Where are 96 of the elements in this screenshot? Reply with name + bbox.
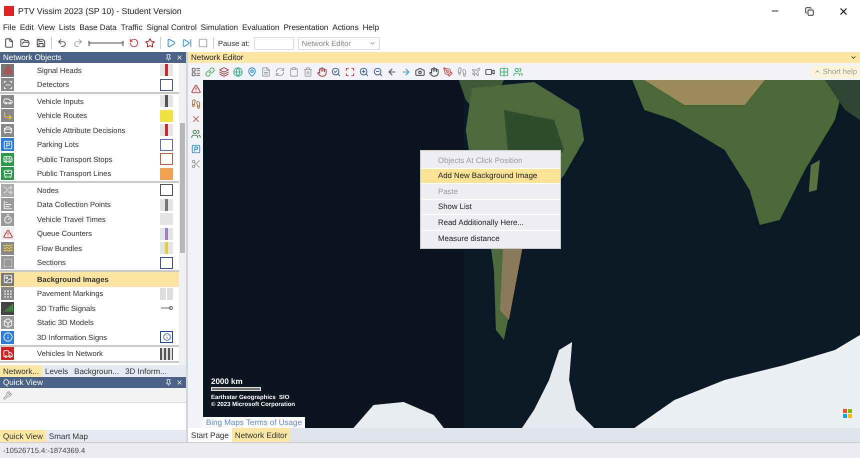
zoom-in-icon[interactable] [358, 66, 370, 78]
dropdown-icon[interactable] [850, 54, 857, 61]
scale-bar [211, 387, 261, 391]
hand-icon[interactable] [428, 66, 440, 78]
play-icon[interactable] [165, 37, 177, 49]
document-icon[interactable] [260, 66, 272, 78]
signal-icon [1, 302, 14, 315]
trash-icon[interactable] [302, 66, 314, 78]
menu-item[interactable]: Signal Control [146, 22, 197, 34]
menu-item[interactable]: Help [362, 22, 380, 34]
timer-icon [1, 212, 14, 226]
bus-icon [1, 167, 14, 180]
bar-chart-icon [1, 198, 14, 212]
star-icon[interactable] [144, 37, 156, 49]
warning-icon[interactable] [190, 83, 202, 95]
car-icon [1, 94, 14, 108]
panel-tab[interactable]: Smart Map [46, 430, 91, 442]
close-icon [838, 6, 848, 16]
users-icon[interactable] [512, 66, 524, 78]
window-title: PTV Vissim 2023 (SP 10) - Student Version [18, 6, 183, 16]
panel-tab[interactable]: Levels [42, 365, 72, 377]
speed-scale-icon [88, 39, 124, 47]
arrow-left-icon[interactable] [386, 66, 398, 78]
box-icon [1, 316, 14, 330]
menu-item[interactable]: Edit [20, 22, 34, 34]
undo-icon[interactable] [56, 37, 68, 49]
step-forward-icon[interactable] [181, 37, 193, 49]
menu-item[interactable]: Base Data [79, 22, 117, 34]
menu-item[interactable]: Presentation [283, 22, 328, 34]
parking-icon [1, 138, 14, 152]
footprints-icon[interactable] [456, 66, 468, 78]
zoom-out-icon[interactable] [372, 66, 384, 78]
panel-title: Network Editor [191, 53, 244, 62]
pin-icon[interactable] [165, 379, 172, 386]
scissors-icon[interactable] [190, 158, 202, 170]
editor-tab[interactable]: Network Editor [232, 428, 290, 442]
reset-icon[interactable] [128, 37, 140, 49]
editor-tab[interactable]: Start Page [188, 428, 232, 442]
app-logo [4, 6, 14, 16]
close-icon[interactable] [176, 54, 183, 61]
close-icon[interactable] [176, 379, 183, 386]
panel-tab[interactable]: Backgroun... [71, 365, 122, 377]
panel-tab[interactable]: Network... [0, 365, 42, 377]
hand-icon[interactable] [316, 66, 328, 78]
scrollbar[interactable] [179, 63, 186, 365]
pen-icon[interactable] [442, 66, 454, 78]
new-file-icon[interactable] [3, 37, 15, 49]
traffic-cone-icon [1, 64, 14, 77]
users-icon[interactable] [190, 128, 202, 140]
redo-icon[interactable] [72, 37, 84, 49]
camera-icon[interactable] [414, 66, 426, 78]
footprints-icon[interactable] [190, 98, 202, 110]
wrench-icon[interactable] [3, 390, 12, 400]
stop-icon[interactable] [197, 37, 209, 49]
image-icon [1, 272, 14, 286]
caret-icon [368, 40, 376, 46]
grip-icon [1, 287, 14, 300]
terms-link[interactable]: Bing Maps Terms of Usage [203, 417, 305, 428]
scale-label: 2000 km [211, 377, 244, 386]
waves-icon [1, 242, 14, 255]
menu-item[interactable]: Simulation [200, 22, 238, 34]
clipboard-icon[interactable] [288, 66, 300, 78]
truck-icon [1, 347, 14, 360]
parking-icon[interactable] [190, 143, 202, 155]
caret-icon [814, 68, 821, 75]
menu-item[interactable]: File [3, 22, 16, 34]
menu-item[interactable]: Traffic [120, 22, 142, 34]
menu-item[interactable]: Actions [332, 22, 359, 34]
cross-arrows-icon [1, 184, 14, 197]
panel-title: Network Objects [3, 53, 62, 62]
layout-icon[interactable] [190, 66, 202, 78]
globe-icon[interactable] [232, 66, 244, 78]
search-icon[interactable] [330, 66, 342, 78]
restore-icon [804, 6, 814, 16]
menu-item[interactable]: Evaluation [242, 22, 280, 34]
scrollbar-thumb[interactable] [180, 123, 185, 253]
pin-icon[interactable] [165, 54, 172, 61]
menu-item[interactable]: Lists [58, 22, 76, 34]
refresh-icon[interactable] [274, 66, 286, 78]
fit-view-icon[interactable] [344, 66, 356, 78]
open-folder-icon[interactable] [19, 37, 31, 49]
dashed-square-icon [1, 256, 14, 270]
info-icon [1, 330, 14, 344]
car-icon [1, 124, 14, 137]
panel-tab[interactable]: Quick View [0, 430, 46, 442]
bus-icon [1, 152, 14, 166]
map-pin-icon[interactable] [246, 66, 258, 78]
menu-item[interactable]: View [38, 22, 55, 34]
panel-tab[interactable]: 3D Inform... [122, 365, 170, 377]
microsoft-logo [843, 409, 852, 418]
pause-field[interactable] [254, 36, 294, 50]
scan-icon [1, 78, 14, 92]
panel-title: Quick View [3, 378, 43, 387]
layers-icon[interactable] [218, 66, 230, 78]
save-icon[interactable] [35, 37, 47, 49]
warning-icon [1, 227, 14, 240]
